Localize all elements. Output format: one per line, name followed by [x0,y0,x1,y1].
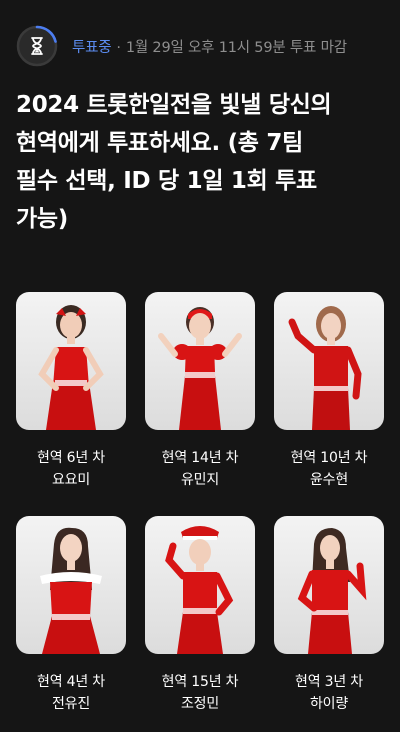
status-badge: 투표중 [72,39,112,56]
candidate-caption: 현역 6년 차 요요미 [16,447,126,491]
candidate-photo [145,516,255,654]
candidate-card[interactable]: 현역 6년 차 요요미 [16,292,126,516]
candidate-photo [274,516,384,654]
status-text: 투표중 · 1월 29일 오후 11시 59분 투표 마감 [72,36,347,57]
candidate-caption: 현역 4년 차 전유진 [16,671,126,715]
candidate-grid: 현역 6년 차 요요미 현역 14년 차 유민지 현역 10년 차 윤수현 현역… [16,292,384,732]
candidate-career: 현역 3년 차 [295,674,363,690]
candidate-career: 현역 14년 차 [161,450,239,466]
vote-title-line: 2024 트롯한일전을 빛낼 당신의 [16,92,332,118]
status-separator: · [116,39,121,56]
candidate-name: 윤수현 [309,472,349,488]
candidate-photo [16,516,126,654]
candidate-name: 조정민 [180,696,220,712]
candidate-caption: 현역 14년 차 유민지 [145,447,255,491]
vote-title: 2024 트롯한일전을 빛낼 당신의 현역에게 투표하세요. (총 7팀 필수 … [16,86,386,238]
candidate-caption: 현역 10년 차 윤수현 [274,447,384,491]
candidate-photo [274,292,384,430]
candidate-career: 현역 10년 차 [290,450,368,466]
vote-page: 투표중 · 1월 29일 오후 11시 59분 투표 마감 2024 트롯한일전을 … [0,0,400,732]
vote-title-line: 필수 선택, ID 당 1일 1회 투표 [16,168,317,194]
candidate-name: 전유진 [51,696,91,712]
hourglass-icon [16,25,58,67]
vote-title-line: 가능) [16,206,68,232]
candidate-card[interactable]: 현역 14년 차 유민지 [145,292,255,516]
vote-title-line: 현역에게 투표하세요. (총 7팀 [16,130,303,156]
candidate-photo [16,292,126,430]
candidate-career: 현역 6년 차 [37,450,105,466]
candidate-career: 현역 4년 차 [37,674,105,690]
candidate-card[interactable]: 현역 10년 차 윤수현 [274,292,384,516]
candidate-name: 하이량 [309,696,349,712]
vote-status-row: 투표중 · 1월 29일 오후 11시 59분 투표 마감 [16,25,347,67]
candidate-photo [145,292,255,430]
candidate-career: 현역 15년 차 [161,674,239,690]
candidate-card[interactable]: 현역 3년 차 하이량 [274,516,384,732]
candidate-caption: 현역 15년 차 조정민 [145,671,255,715]
candidate-name: 유민지 [180,472,220,488]
candidate-name: 요요미 [51,472,91,488]
vote-deadline: 1월 29일 오후 11시 59분 투표 마감 [125,39,347,56]
candidate-caption: 현역 3년 차 하이량 [274,671,384,715]
candidate-card[interactable]: 현역 4년 차 전유진 [16,516,126,732]
candidate-card[interactable]: 현역 15년 차 조정민 [145,516,255,732]
